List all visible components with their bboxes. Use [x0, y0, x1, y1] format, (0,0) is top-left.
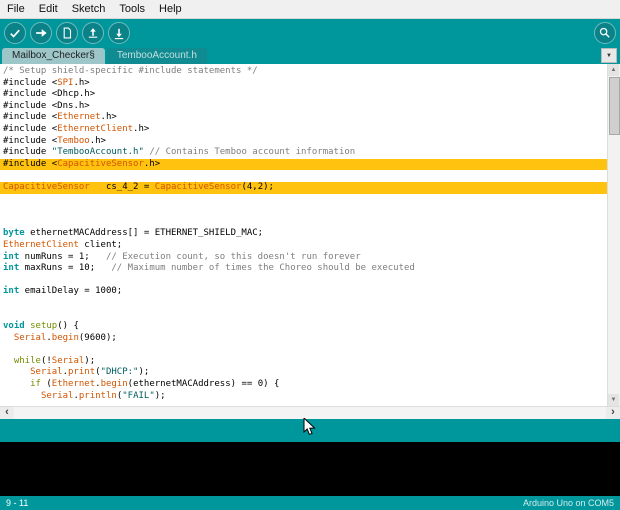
scroll-up-icon[interactable]: ▲: [608, 64, 619, 76]
magnifier-icon: [598, 26, 612, 40]
code-line: #include <SPI.h>: [3, 77, 90, 88]
menu-bar: File Edit Sketch Tools Help: [0, 0, 620, 19]
board-port-indicator: Arduino Uno on COM5: [522, 498, 614, 508]
open-sketch-button[interactable]: [82, 21, 104, 44]
arrow-down-icon: [112, 26, 126, 40]
code-line: Serial.print("DHCP:");: [30, 367, 150, 378]
arrow-up-icon: [86, 26, 100, 40]
status-message-strip: [0, 419, 620, 442]
code-line: while(!Serial);: [13, 355, 96, 366]
editor-pane: /* Setup shield-specific #include statem…: [0, 64, 620, 406]
horizontal-scrollbar[interactable]: ‹ ›: [0, 406, 620, 419]
code-line: CapacitiveSensor cs_4_2 = CapacitiveSens…: [0, 181, 608, 194]
serial-monitor-button[interactable]: [594, 21, 616, 44]
code-line: #include <EthernetClient.h>: [3, 123, 150, 134]
arduino-ide-window: File Edit Sketch Tools Help Mailbox_Chec…: [0, 0, 620, 510]
code-editor[interactable]: /* Setup shield-specific #include statem…: [0, 64, 608, 406]
tab-menu-button[interactable]: ▼: [601, 48, 617, 63]
code-line: EthernetClient client;: [3, 239, 123, 250]
verify-button[interactable]: [4, 21, 26, 44]
code-line: if (Ethernet.begin(ethernetMACAddress) =…: [30, 379, 280, 390]
toolbar: [0, 19, 620, 46]
code-line: byte ethernetMACAddress[] = ETHERNET_SHI…: [3, 228, 264, 239]
new-sketch-button[interactable]: [56, 21, 78, 44]
tab-temboo-account[interactable]: TembooAccount.h: [106, 48, 207, 64]
menu-help[interactable]: Help: [152, 0, 189, 18]
code-line: int emailDelay = 1000;: [3, 286, 123, 297]
code-line: /* Setup shield-specific #include statem…: [3, 66, 258, 76]
code-line: #include <Temboo.h>: [3, 135, 106, 146]
tab-mailbox-checker[interactable]: Mailbox_Checker§: [2, 48, 105, 64]
arrow-right-icon: [34, 26, 48, 40]
document-icon: [60, 26, 74, 40]
code-line: void setup() {: [3, 321, 79, 332]
chevron-down-icon: ▼: [606, 52, 612, 59]
check-icon: [8, 26, 22, 40]
code-line: #include <Ethernet.h>: [3, 112, 117, 123]
scroll-right-icon[interactable]: ›: [606, 407, 620, 419]
save-sketch-button[interactable]: [108, 21, 130, 44]
code-line: Serial.begin(9600);: [13, 332, 117, 343]
menu-edit[interactable]: Edit: [32, 0, 65, 18]
line-number-indicator: 9 - 11: [6, 498, 29, 508]
menu-tools[interactable]: Tools: [112, 0, 152, 18]
upload-button[interactable]: [30, 21, 52, 44]
vertical-scrollbar[interactable]: ▲ ▼: [607, 64, 620, 406]
code-line: #include <CapacitiveSensor.h>: [0, 158, 608, 171]
menu-file[interactable]: File: [0, 0, 32, 18]
code-line: #include <Dhcp.h>: [3, 89, 96, 100]
code-line: int numRuns = 1; // Execution count, so …: [3, 251, 361, 262]
code-line: #include "TembooAccount.h" // Contains T…: [3, 147, 356, 158]
scroll-down-icon[interactable]: ▼: [608, 394, 619, 406]
scroll-left-icon[interactable]: ‹: [0, 407, 14, 419]
vertical-scrollbar-thumb[interactable]: [609, 77, 620, 135]
code-line: Serial.println("FAIL");: [40, 390, 166, 401]
code-line: #include <Dns.h>: [3, 100, 90, 111]
console-output: [0, 442, 620, 496]
menu-sketch[interactable]: Sketch: [65, 0, 113, 18]
code-line: int maxRuns = 10; // Maximum number of t…: [3, 263, 415, 274]
tab-bar: Mailbox_Checker§ TembooAccount.h ▼: [0, 46, 620, 64]
